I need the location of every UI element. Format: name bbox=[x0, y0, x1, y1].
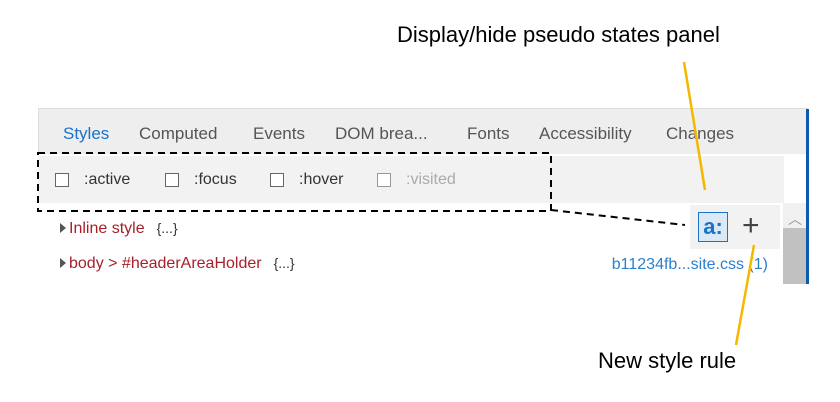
callout-line-new-rule bbox=[734, 244, 756, 346]
callout-line-pseudo bbox=[682, 61, 707, 191]
pseudo-panel-highlight bbox=[37, 152, 552, 212]
annotation-overlay bbox=[37, 61, 756, 346]
highlight-connector bbox=[550, 209, 686, 226]
